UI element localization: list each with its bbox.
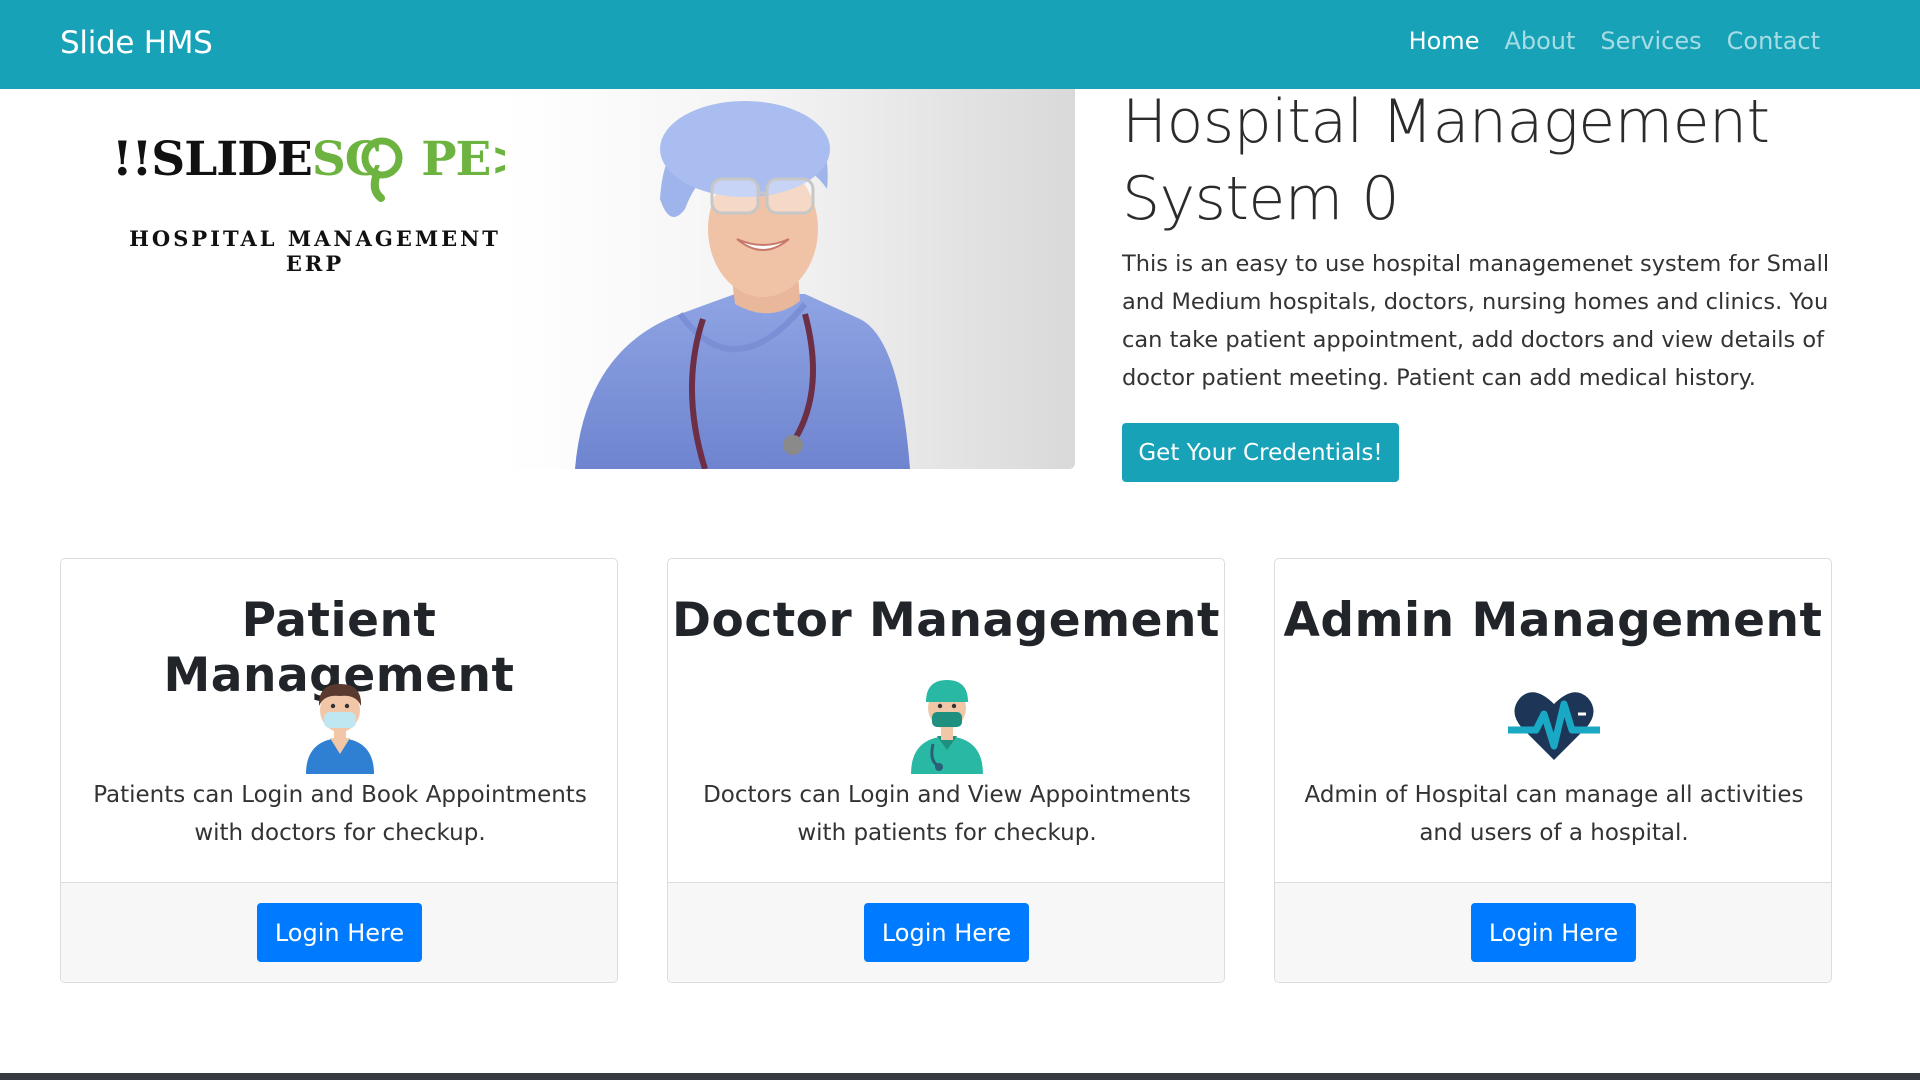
patient-login-button[interactable]: Login Here bbox=[257, 903, 422, 962]
card-footer: Login Here bbox=[61, 882, 617, 982]
get-credentials-button[interactable]: Get Your Credentials! bbox=[1122, 423, 1399, 482]
logo-subtitle-line2: ERP bbox=[285, 251, 345, 276]
doctor-login-button[interactable]: Login Here bbox=[864, 903, 1029, 962]
slidescope-logo: !!SLIDESC PE>> HOSPITAL MANAGEMENT ERP bbox=[100, 120, 568, 300]
card-footer: Login Here bbox=[1275, 882, 1831, 982]
brand-link[interactable]: Slide HMS bbox=[60, 25, 213, 61]
magnifier-icon bbox=[361, 137, 403, 202]
hero-description: This is an easy to use hospital manageme… bbox=[1122, 251, 1830, 391]
nav-link-home[interactable]: Home bbox=[1409, 27, 1480, 55]
doctor-icon bbox=[911, 680, 983, 774]
card-title: Admin Management bbox=[1283, 593, 1823, 648]
footer-bar bbox=[0, 1073, 1920, 1080]
logo-subtitle: HOSPITAL MANAGEMENT ERP bbox=[100, 226, 530, 276]
patient-icon bbox=[306, 684, 374, 774]
card-text: Admin of Hospital can manage all activit… bbox=[1304, 782, 1804, 846]
card-text: Doctors can Login and View Appointments … bbox=[703, 782, 1191, 846]
logo-word-dark: !!SLIDE bbox=[112, 132, 313, 187]
admin-login-button[interactable]: Login Here bbox=[1471, 903, 1636, 962]
nav-links: Home About Services Contact bbox=[1409, 27, 1820, 55]
nav-link-contact[interactable]: Contact bbox=[1727, 27, 1820, 55]
page-title-line1: Hospital Management bbox=[1122, 87, 1770, 157]
page-title: Hospital Management System 0 bbox=[1122, 84, 1882, 238]
heartbeat-icon bbox=[1508, 692, 1600, 760]
nav-link-services[interactable]: Services bbox=[1600, 27, 1701, 55]
nurse-photo bbox=[505, 89, 1075, 469]
doctor-management-card: Doctor Management Doctors can Login and … bbox=[667, 558, 1225, 983]
card-footer: Login Here bbox=[668, 882, 1224, 982]
card-text: Patients can Login and Book Appointments… bbox=[93, 782, 587, 846]
nav-link-about[interactable]: About bbox=[1504, 27, 1575, 55]
admin-management-card: Admin Management Admin of Hospital can m… bbox=[1274, 558, 1832, 983]
logo-wordmark: !!SLIDESC PE>> bbox=[112, 132, 568, 187]
card-title: Doctor Management bbox=[672, 593, 1220, 648]
page-title-line2: System 0 bbox=[1122, 164, 1400, 234]
logo-subtitle-line1: HOSPITAL MANAGEMENT bbox=[129, 226, 501, 251]
patient-management-card: Patient Management Patients can Login an… bbox=[60, 558, 618, 983]
navbar: Slide HMS Home About Services Contact bbox=[0, 0, 1920, 89]
